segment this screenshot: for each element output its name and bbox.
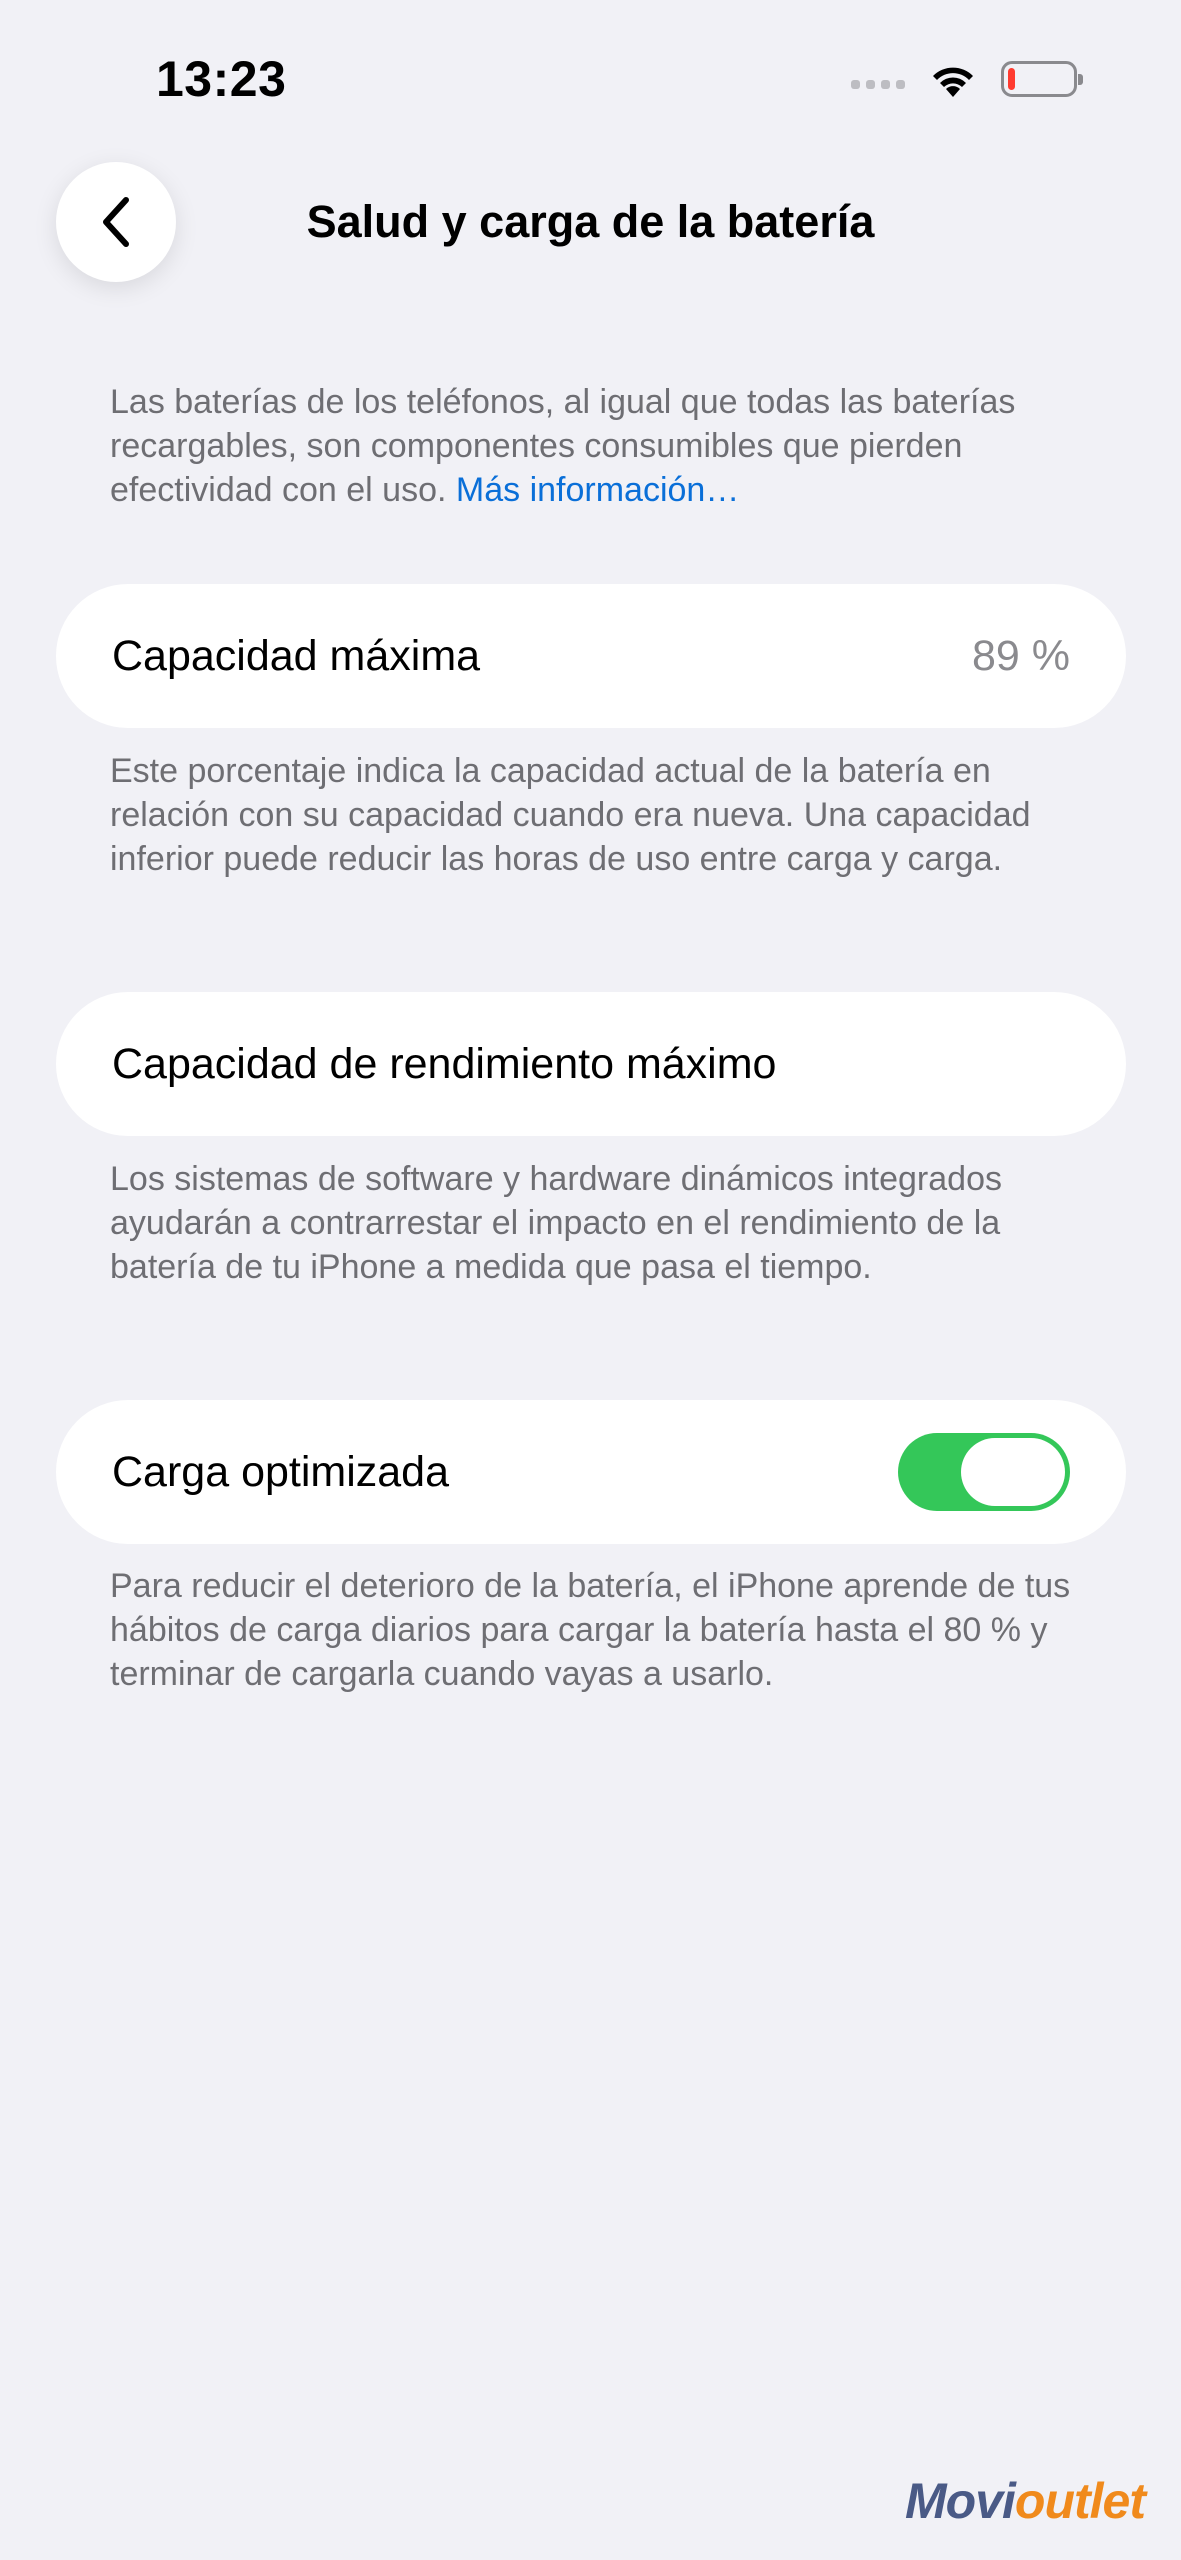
status-icons xyxy=(851,58,1083,100)
page-title: Salud y carga de la batería xyxy=(306,196,875,247)
toggle-knob xyxy=(961,1438,1065,1506)
max-capacity-label: Capacidad máxima xyxy=(112,631,481,680)
logo-part-2: outlet xyxy=(1014,2473,1146,2529)
optimized-charging-label: Carga optimizada xyxy=(112,1447,450,1496)
max-capacity-value: 89 % xyxy=(971,631,1070,680)
wifi-icon xyxy=(933,67,973,97)
moviooutlet-logo: Movioutlet xyxy=(905,2472,1146,2530)
optimized-charging-row: Carga optimizada xyxy=(56,1400,1126,1544)
battery-level-fill xyxy=(1008,68,1015,90)
peak-performance-note: Los sistemas de software y hardware diná… xyxy=(110,1160,1002,1286)
status-time: 13:23 xyxy=(156,51,287,107)
max-capacity-row: Capacidad máxima 89 % xyxy=(56,584,1126,728)
settings-screen: 13:23 Salud y carga de la batería Las ba… xyxy=(0,0,1181,2560)
peak-performance-row: Capacidad de rendimiento máximo xyxy=(56,992,1126,1136)
intro-note: Las baterías de los teléfonos, al igual … xyxy=(110,380,1090,512)
logo-part-1: Movi xyxy=(905,2473,1016,2529)
peak-performance-label: Capacidad de rendimiento máximo xyxy=(112,1039,777,1088)
max-capacity-note: Este porcentaje indica la capacidad actu… xyxy=(110,752,1031,878)
battery-low-icon xyxy=(1001,61,1083,97)
optimized-charging-note: Para reducir el deterioro de la batería,… xyxy=(110,1567,1071,1693)
more-info-link[interactable]: Más información… xyxy=(456,471,739,509)
optimized-charging-toggle[interactable] xyxy=(898,1433,1070,1511)
signal-dots-icon xyxy=(851,70,905,89)
